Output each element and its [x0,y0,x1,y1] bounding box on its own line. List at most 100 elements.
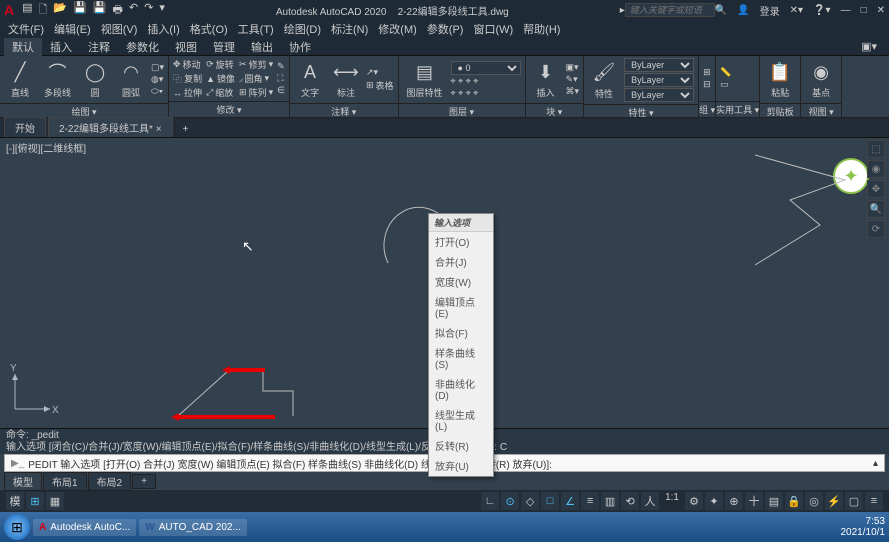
fillet-button[interactable]: ◞ 圆角 ▾ [239,72,273,85]
otrack-toggle[interactable]: ∠ [561,492,579,510]
zoom-icon[interactable]: 🔍 [867,200,885,218]
viewcube-icon[interactable]: ⬚ [867,140,885,158]
array-button[interactable]: ⊞ 阵列 ▾ [239,86,273,99]
ctx-undo[interactable]: 放弃(U) [429,456,493,476]
panel-clipboard-title[interactable]: 剪贴板 [760,103,800,119]
scale-label[interactable]: 1:1 [661,492,683,510]
close-button[interactable]: ✕ [877,5,885,16]
model-toggle[interactable]: 模 [6,492,24,510]
minimize-button[interactable]: — [841,5,851,16]
iso-toggle[interactable]: ◇ [521,492,539,510]
match-button[interactable]: 🖌特性 [588,59,620,102]
tab-home[interactable]: 默认 [4,38,42,56]
hatch-button[interactable]: ◍▾ [151,74,164,85]
polyline-button[interactable]: ⌒多段线 [40,58,75,101]
cmd-expand-icon[interactable]: ▴ [873,458,878,469]
layout-model[interactable]: 模型 [4,472,42,491]
arc-button[interactable]: ◠圆弧 [115,58,147,101]
customize-status-icon[interactable]: ≡ [865,492,883,510]
layout-1[interactable]: 布局1 [43,472,87,491]
group-button[interactable]: ⊞ [703,67,711,78]
menu-dimension[interactable]: 标注(N) [327,21,372,37]
rotate-button[interactable]: ⟳ 旋转 [206,58,235,71]
lwt-toggle[interactable]: ≡ [581,492,599,510]
panel-layers-title[interactable]: 图层 ▾ [399,103,525,119]
dimension-button[interactable]: ⟷标注 [330,58,362,101]
layer-off-button[interactable]: ⌖ ⌖ ⌖ ⌖ [451,88,521,99]
transparency-toggle[interactable]: ▥ [601,492,619,510]
pan-icon[interactable]: ✥ [867,180,885,198]
ctx-width[interactable]: 宽度(W) [429,272,493,292]
tab-start[interactable]: 开始 [4,117,46,137]
leader-button[interactable]: ↗▾ [366,67,394,78]
tab-manage[interactable]: 管理 [205,38,243,56]
tab-expand-icon[interactable]: ▣▾ [853,39,885,54]
workspace-toggle[interactable]: ✦ [705,492,723,510]
new-icon[interactable]: 🗋 [39,1,48,20]
menu-tools[interactable]: 工具(T) [234,21,278,37]
user-icon[interactable]: 👤 [737,5,749,16]
units-toggle[interactable]: 十 [745,492,763,510]
explode-button[interactable]: ⛶ [277,73,285,84]
ellipse-button[interactable]: ⬭▾ [151,86,164,97]
layer-iso-button[interactable]: ⌖ ⌖ ⌖ ⌖ [451,76,521,87]
snap-toggle[interactable]: ▦ [46,492,64,510]
annomonitors-toggle[interactable]: ⊕ [725,492,743,510]
layerprops-button[interactable]: ▤图层特性 [403,58,447,101]
osnap-toggle[interactable]: □ [541,492,559,510]
panel-utilities-title[interactable]: 实用工具 ▾ [716,101,759,117]
menu-insert[interactable]: 插入(I) [143,21,183,37]
orbit-icon[interactable]: ⟳ [867,220,885,238]
ctx-ltgen[interactable]: 线型生成(L) [429,405,493,436]
mirror-button[interactable]: ▲ 镜像 [206,72,235,85]
ctx-join[interactable]: 合并(J) [429,252,493,272]
infocenter-icon[interactable]: 🔍 [715,5,727,16]
menu-format[interactable]: 格式(O) [186,21,232,37]
tab-addins[interactable]: 协作 [281,38,319,56]
annoscale-button[interactable]: 人 [641,492,659,510]
open-icon[interactable]: 📂 [53,1,67,20]
system-clock[interactable]: 7:53 2021/10/1 [841,516,886,538]
panel-block-title[interactable]: 块 ▾ [526,103,584,119]
erase-button[interactable]: ✎ [277,61,285,72]
drawing-canvas[interactable]: [-][俯视][二维线框] ✦ ↖ 输入选项 打开(O) 合并(J) 宽度(W)… [0,138,889,428]
tab-annotate[interactable]: 注释 [80,38,118,56]
rect-button[interactable]: ▢▾ [151,62,164,73]
tab-new-button[interactable]: + [175,122,197,137]
tab-view[interactable]: 视图 [167,38,205,56]
ctx-open[interactable]: 打开(O) [429,232,493,252]
menu-edit[interactable]: 编辑(E) [50,21,95,37]
gear-icon[interactable]: ⚙ [685,492,703,510]
menu-icon[interactable]: ▤ [22,1,32,20]
layout-add[interactable]: + [132,474,156,489]
measure-button[interactable]: 📏 [720,67,731,78]
saveas-icon[interactable]: 💾 [93,1,107,20]
lock-ui-toggle[interactable]: 🔒 [785,492,803,510]
taskbar-autocad[interactable]: AAutodesk AutoC... [33,519,136,536]
color-combo[interactable]: ByLayer [624,58,694,72]
panel-view-title[interactable]: 视图 ▾ [801,103,841,119]
ungroup-button[interactable]: ⊟ [703,79,711,90]
panel-annotate-title[interactable]: 注释 ▾ [290,103,398,119]
polar-toggle[interactable]: ⊙ [501,492,519,510]
stretch-button[interactable]: ↔ 拉伸 [173,86,202,99]
ctx-spline[interactable]: 样条曲线(S) [429,343,493,374]
tab-insert[interactable]: 插入 [42,38,80,56]
ctx-editvertex[interactable]: 编辑顶点(E) [429,292,493,323]
text-button[interactable]: A文字 [294,58,326,101]
cleanscreen-toggle[interactable]: ▢ [845,492,863,510]
offset-button[interactable]: ∈ [277,85,285,96]
ctx-decurve[interactable]: 非曲线化(D) [429,374,493,405]
linetype-combo[interactable]: ByLayer [624,88,694,102]
copy-button[interactable]: ⿻ 复制 [173,72,202,85]
menu-draw[interactable]: 绘图(D) [280,21,325,37]
create-block-button[interactable]: ▣▾ [566,62,580,73]
panel-groups-title[interactable]: 组 ▾ [699,101,715,117]
hw-accel-toggle[interactable]: ⚡ [825,492,843,510]
save-icon[interactable]: 💾 [73,1,87,20]
tab-parametric[interactable]: 参数化 [118,38,167,56]
tab-file[interactable]: 2-22编辑多段线工具* × [48,117,173,137]
attr-button[interactable]: ⌘▾ [566,86,580,97]
search-input[interactable] [625,3,715,17]
isolate-toggle[interactable]: ◎ [805,492,823,510]
